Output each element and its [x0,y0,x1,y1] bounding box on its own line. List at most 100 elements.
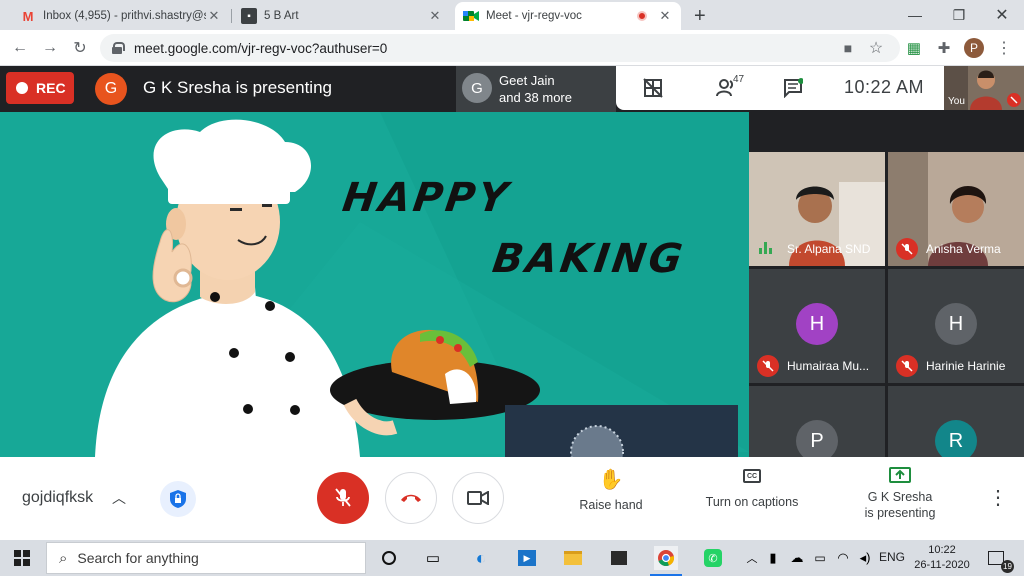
cortana-icon[interactable] [377,546,401,570]
tray-mic-icon[interactable]: ▮ [761,546,785,570]
camera-toggle-button[interactable] [452,472,504,524]
participant-name: Harinie Harinie [926,359,1006,373]
participant-tile[interactable]: P [749,386,885,457]
layout-off-icon[interactable] [638,74,668,102]
tab-title: 5 B Art [264,10,299,22]
slide-illustration [95,112,749,457]
address-bar[interactable]: meet.google.com/vjr-regv-voc?authuser=0 … [100,34,900,62]
meeting-code[interactable]: gojdiqfksk [22,489,93,507]
leave-call-button[interactable] [385,472,437,524]
meeting-clock: 10:22 AM [844,77,925,97]
language-indicator[interactable]: ENG [879,550,905,564]
hand-icon: ✋ [598,469,624,491]
close-tab-icon[interactable]: ✕ [657,8,673,24]
presenting-label: G K Sresha is presenting [852,489,948,521]
windows-start-icon[interactable] [10,546,34,570]
present-screen-icon [889,467,911,483]
presenting-line2: is presenting [864,506,936,520]
clock-date: 26-11-2020 [914,559,970,571]
whatsapp-icon[interactable]: ✆ [701,546,725,570]
search-icon: ⌕ [59,549,68,567]
mic-off-icon [335,488,351,507]
presenter-avatar: G [95,73,127,105]
reload-icon[interactable]: ↻ [68,36,92,60]
other-participants-chip[interactable]: G Geet Jain and 38 more [456,66,616,112]
wifi-icon[interactable]: ◠ [831,546,855,570]
more-options-icon[interactable]: ⋮ [988,485,1008,510]
chat-icon[interactable] [778,74,808,102]
recording-indicator-icon [637,11,647,21]
participant-tile[interactable]: Anisha Verma [888,152,1024,266]
participant-count: 47 [733,74,745,85]
security-shield-icon[interactable] [160,481,196,517]
participant-tile[interactable]: H Humairaa Mu... [749,269,885,383]
restore-icon[interactable]: ❐ [937,0,981,30]
participant-tile[interactable]: R [888,386,1024,457]
onedrive-icon[interactable]: ☁ [785,546,809,570]
participant-avatar: P [796,420,838,457]
raise-hand-button[interactable]: ✋ Raise hand [575,467,647,512]
chrome-taskbar-icon[interactable] [654,546,678,570]
sheets-extension-icon[interactable]: ▦ [902,36,926,60]
others-count: and 38 more [499,90,572,105]
browser-toolbar: ← → ↻ meet.google.com/vjr-regv-voc?authu… [0,30,1024,66]
notification-count: 19 [1001,560,1014,573]
presenting-line1: G K Sresha [867,490,933,504]
battery-icon[interactable]: ▭ [808,546,832,570]
volume-icon[interactable]: ◂) [853,546,877,570]
minimize-icon[interactable]: — [893,0,937,30]
mic-off-icon [896,355,918,377]
meet-info-bar: 47 10:22 AM [616,66,944,110]
captions-icon: CC [743,469,761,483]
camera-icon[interactable]: ■ [838,38,858,58]
window-close-icon[interactable]: ✕ [980,0,1024,30]
record-dot-icon [16,82,28,94]
participants-panel: Sr. Alpana SND Anisha Verma H Humairaa M… [749,112,1024,457]
captions-label: Turn on captions [705,495,799,509]
extensions-icon[interactable]: ✚ [932,36,956,60]
new-tab-button[interactable]: + [686,2,712,30]
forward-icon[interactable]: → [38,36,62,60]
participant-tile[interactable]: Sr. Alpana SND [749,152,885,266]
tab-meet[interactable]: Meet - vjr-regv-voc ✕ [455,2,681,30]
participant-avatar: H [935,303,977,345]
chrome-menu-icon[interactable]: ⋮ [992,36,1016,60]
profile-avatar[interactable]: P [962,36,986,60]
participant-tile[interactable]: H Harinie Harinie [888,269,1024,383]
file-explorer-icon[interactable] [561,546,585,570]
participant-avatar: R [935,420,977,457]
store-icon[interactable] [607,546,631,570]
mic-off-icon [757,355,779,377]
others-avatar: G [462,73,492,103]
close-tab-icon[interactable]: ✕ [427,8,443,24]
taskbar-search[interactable]: ⌕ Search for anything [46,542,366,574]
tab-divider [231,9,232,23]
chevron-up-icon[interactable]: ︿ [112,488,126,508]
others-name: Geet Jain [499,73,555,88]
mic-toggle-button[interactable] [317,472,369,524]
self-video-tile[interactable]: You [944,66,1024,110]
task-view-icon[interactable]: ▭ [421,546,445,570]
bookmark-star-icon[interactable]: ☆ [866,38,886,58]
url-text: meet.google.com/vjr-regv-voc?authuser=0 [134,40,388,56]
tab-title: Meet - vjr-regv-voc [486,10,582,22]
tab-5b-art[interactable]: ▪ 5 B Art ✕ [233,2,451,30]
tab-gmail[interactable]: M Inbox (4,955) - prithvi.shastry@sc ✕ [12,2,230,30]
others-text: Geet Jain and 38 more [499,72,572,106]
self-label: You [948,96,965,107]
tab-title: Inbox (4,955) - prithvi.shastry@sc [43,10,206,22]
lock-icon[interactable] [112,42,125,54]
captions-button[interactable]: CC Turn on captions [700,469,804,509]
participant-avatar: H [796,303,838,345]
back-icon[interactable]: ← [8,36,32,60]
close-tab-icon[interactable]: ✕ [206,8,222,24]
notifications-icon[interactable]: 19 [984,546,1014,573]
media-player-icon[interactable]: ▶ [515,546,539,570]
presenting-button[interactable]: G K Sresha is presenting [852,467,948,521]
clock-time: 10:22 [928,544,956,556]
hang-up-icon [401,494,421,502]
taskbar-clock[interactable]: 10:22 26-11-2020 [910,543,974,573]
video-camera-icon [467,491,489,505]
windows-taskbar: ⌕ Search for anything ▭ ◐ ▶ ✆ ︿ ▮ ☁ ▭ ◠ … [0,540,1024,576]
edge-icon[interactable]: ◐ [469,546,493,570]
